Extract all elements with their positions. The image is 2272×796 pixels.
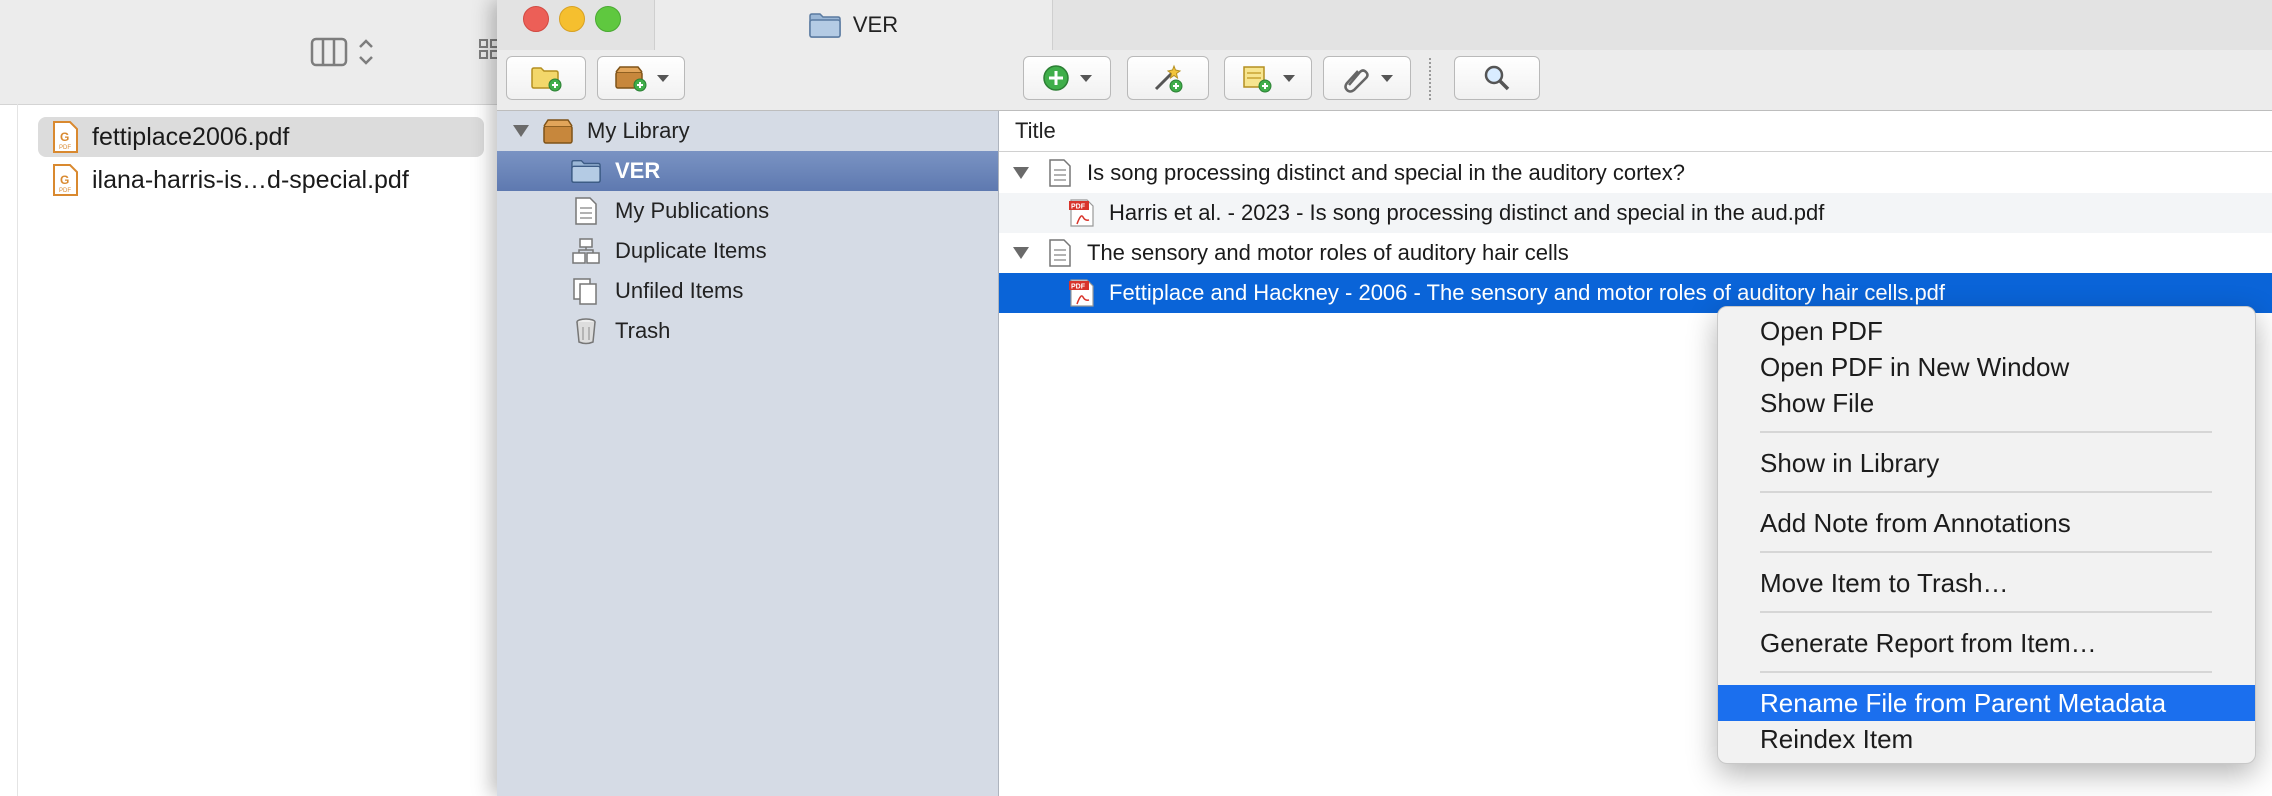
menu-reindex-item[interactable]: Reindex Item xyxy=(1718,721,2255,757)
menu-separator xyxy=(1760,431,2212,433)
chevron-down-icon xyxy=(1283,74,1295,82)
menu-separator xyxy=(1760,491,2212,493)
document-icon xyxy=(1047,158,1073,188)
toolbar-separator xyxy=(1429,58,1431,100)
menu-show-file[interactable]: Show File xyxy=(1718,385,2255,421)
chevron-down-icon xyxy=(1381,74,1393,82)
svg-text:PDF: PDF xyxy=(1071,284,1086,291)
finder-file-name: ilana-harris-is…d-special.pdf xyxy=(92,165,409,194)
finder-window: G PDF fettiplace2006.pdf G PDF ilana-har… xyxy=(0,0,500,796)
collection-label: Trash xyxy=(615,318,671,343)
collection-label: Duplicate Items xyxy=(615,238,767,263)
pdf-icon: PDF xyxy=(1069,278,1095,308)
menu-open-pdf[interactable]: Open PDF xyxy=(1718,313,2255,349)
pdf-file-icon: G PDF xyxy=(53,164,78,196)
collection-my-library[interactable]: My Library xyxy=(497,111,998,151)
collection-my-publications[interactable]: My Publications xyxy=(497,191,998,231)
trash-icon xyxy=(571,317,601,345)
attachment-title: Fettiplace and Hackney - 2006 - The sens… xyxy=(1109,280,1946,305)
item-row[interactable]: Is song processing distinct and special … xyxy=(999,153,2272,193)
column-title: Title xyxy=(1015,118,1056,143)
add-circle-icon xyxy=(1043,65,1069,91)
menu-generate-report[interactable]: Generate Report from Item… xyxy=(1718,625,2255,661)
finder-file-name: fettiplace2006.pdf xyxy=(92,122,290,151)
duplicate-items-icon xyxy=(571,237,601,265)
collection-label: Unfiled Items xyxy=(615,278,744,303)
tab-title: VER xyxy=(852,12,899,37)
disclosure-triangle-icon[interactable] xyxy=(513,125,529,137)
context-menu: Open PDF Open PDF in New Window Show Fil… xyxy=(1717,306,2256,764)
collection-ver[interactable]: VER xyxy=(497,151,998,191)
new-item-button[interactable] xyxy=(1023,56,1111,100)
disclosure-triangle-icon[interactable] xyxy=(1013,167,1029,179)
menu-open-pdf-new-window[interactable]: Open PDF in New Window xyxy=(1718,349,2255,385)
svg-text:PDF: PDF xyxy=(59,188,71,194)
attachment-title: Harris et al. - 2023 - Is song processin… xyxy=(1109,200,1825,225)
magic-wand-icon xyxy=(1154,64,1183,93)
chevron-down-icon xyxy=(657,74,669,82)
document-icon xyxy=(1047,238,1073,268)
items-column-header[interactable]: Title xyxy=(999,111,2272,152)
document-icon xyxy=(571,197,601,225)
view-options-button[interactable] xyxy=(310,34,380,68)
finder-toolbar xyxy=(0,0,500,105)
menu-show-in-library[interactable]: Show in Library xyxy=(1718,445,2255,481)
paperclip-icon xyxy=(1344,69,1369,93)
columns-view-icon xyxy=(310,37,373,67)
new-library-button[interactable] xyxy=(597,56,685,100)
finder-file-item[interactable]: G PDF fettiplace2006.pdf xyxy=(38,117,484,157)
collection-unfiled-items[interactable]: Unfiled Items xyxy=(497,271,998,311)
main-toolbar xyxy=(497,50,2272,111)
disclosure-triangle-icon[interactable] xyxy=(1013,247,1029,259)
search-button[interactable] xyxy=(1454,56,1540,100)
svg-text:G: G xyxy=(60,173,69,187)
item-row[interactable]: The sensory and motor roles of auditory … xyxy=(999,233,2272,273)
finder-divider xyxy=(17,104,18,796)
maximize-window-button[interactable] xyxy=(595,6,621,32)
close-window-button[interactable] xyxy=(523,6,549,32)
menu-rename-file-from-parent-metadata[interactable]: Rename File from Parent Metadata xyxy=(1718,685,2255,721)
item-title: Is song processing distinct and special … xyxy=(1087,160,1685,185)
collection-label: VER xyxy=(615,158,661,183)
minimize-window-button[interactable] xyxy=(559,6,585,32)
unfiled-items-icon xyxy=(571,277,601,305)
pdf-file-icon: G PDF xyxy=(53,121,78,153)
note-icon xyxy=(1243,66,1272,93)
collection-label: My Publications xyxy=(615,198,770,223)
menu-move-to-trash[interactable]: Move Item to Trash… xyxy=(1718,565,2255,601)
menu-add-note-from-annotations[interactable]: Add Note from Annotations xyxy=(1718,505,2255,541)
folder-icon xyxy=(571,157,601,185)
svg-text:PDF: PDF xyxy=(1071,204,1086,211)
collection-duplicate-items[interactable]: Duplicate Items xyxy=(497,231,998,271)
menu-separator xyxy=(1760,671,2212,673)
pdf-icon: PDF xyxy=(1069,198,1095,228)
new-collection-icon xyxy=(531,67,562,92)
svg-text:PDF: PDF xyxy=(59,145,71,151)
add-by-identifier-button[interactable] xyxy=(1127,56,1209,100)
chevron-down-icon xyxy=(1080,74,1092,82)
new-note-button[interactable] xyxy=(1224,56,1312,100)
item-title: The sensory and motor roles of auditory … xyxy=(1087,240,1569,265)
svg-text:G: G xyxy=(60,130,69,144)
library-box-icon xyxy=(543,117,573,145)
library-box-icon xyxy=(615,66,647,92)
tab-ver[interactable]: VER xyxy=(654,0,1053,50)
collection-trash[interactable]: Trash xyxy=(497,311,998,351)
collection-label: My Library xyxy=(587,118,690,143)
menu-separator xyxy=(1760,611,2212,613)
collections-pane: My Library VER My Publications Duplicate… xyxy=(497,111,999,796)
magnifier-icon xyxy=(1484,65,1510,91)
menu-separator xyxy=(1760,551,2212,553)
folder-icon xyxy=(809,13,841,38)
new-collection-button[interactable] xyxy=(506,56,586,100)
finder-file-item[interactable]: G PDF ilana-harris-is…d-special.pdf xyxy=(38,160,484,200)
title-bar: VER xyxy=(497,0,2272,50)
add-attachment-button[interactable] xyxy=(1323,56,1411,100)
attachment-row[interactable]: PDF Harris et al. - 2023 - Is song proce… xyxy=(999,193,2272,233)
